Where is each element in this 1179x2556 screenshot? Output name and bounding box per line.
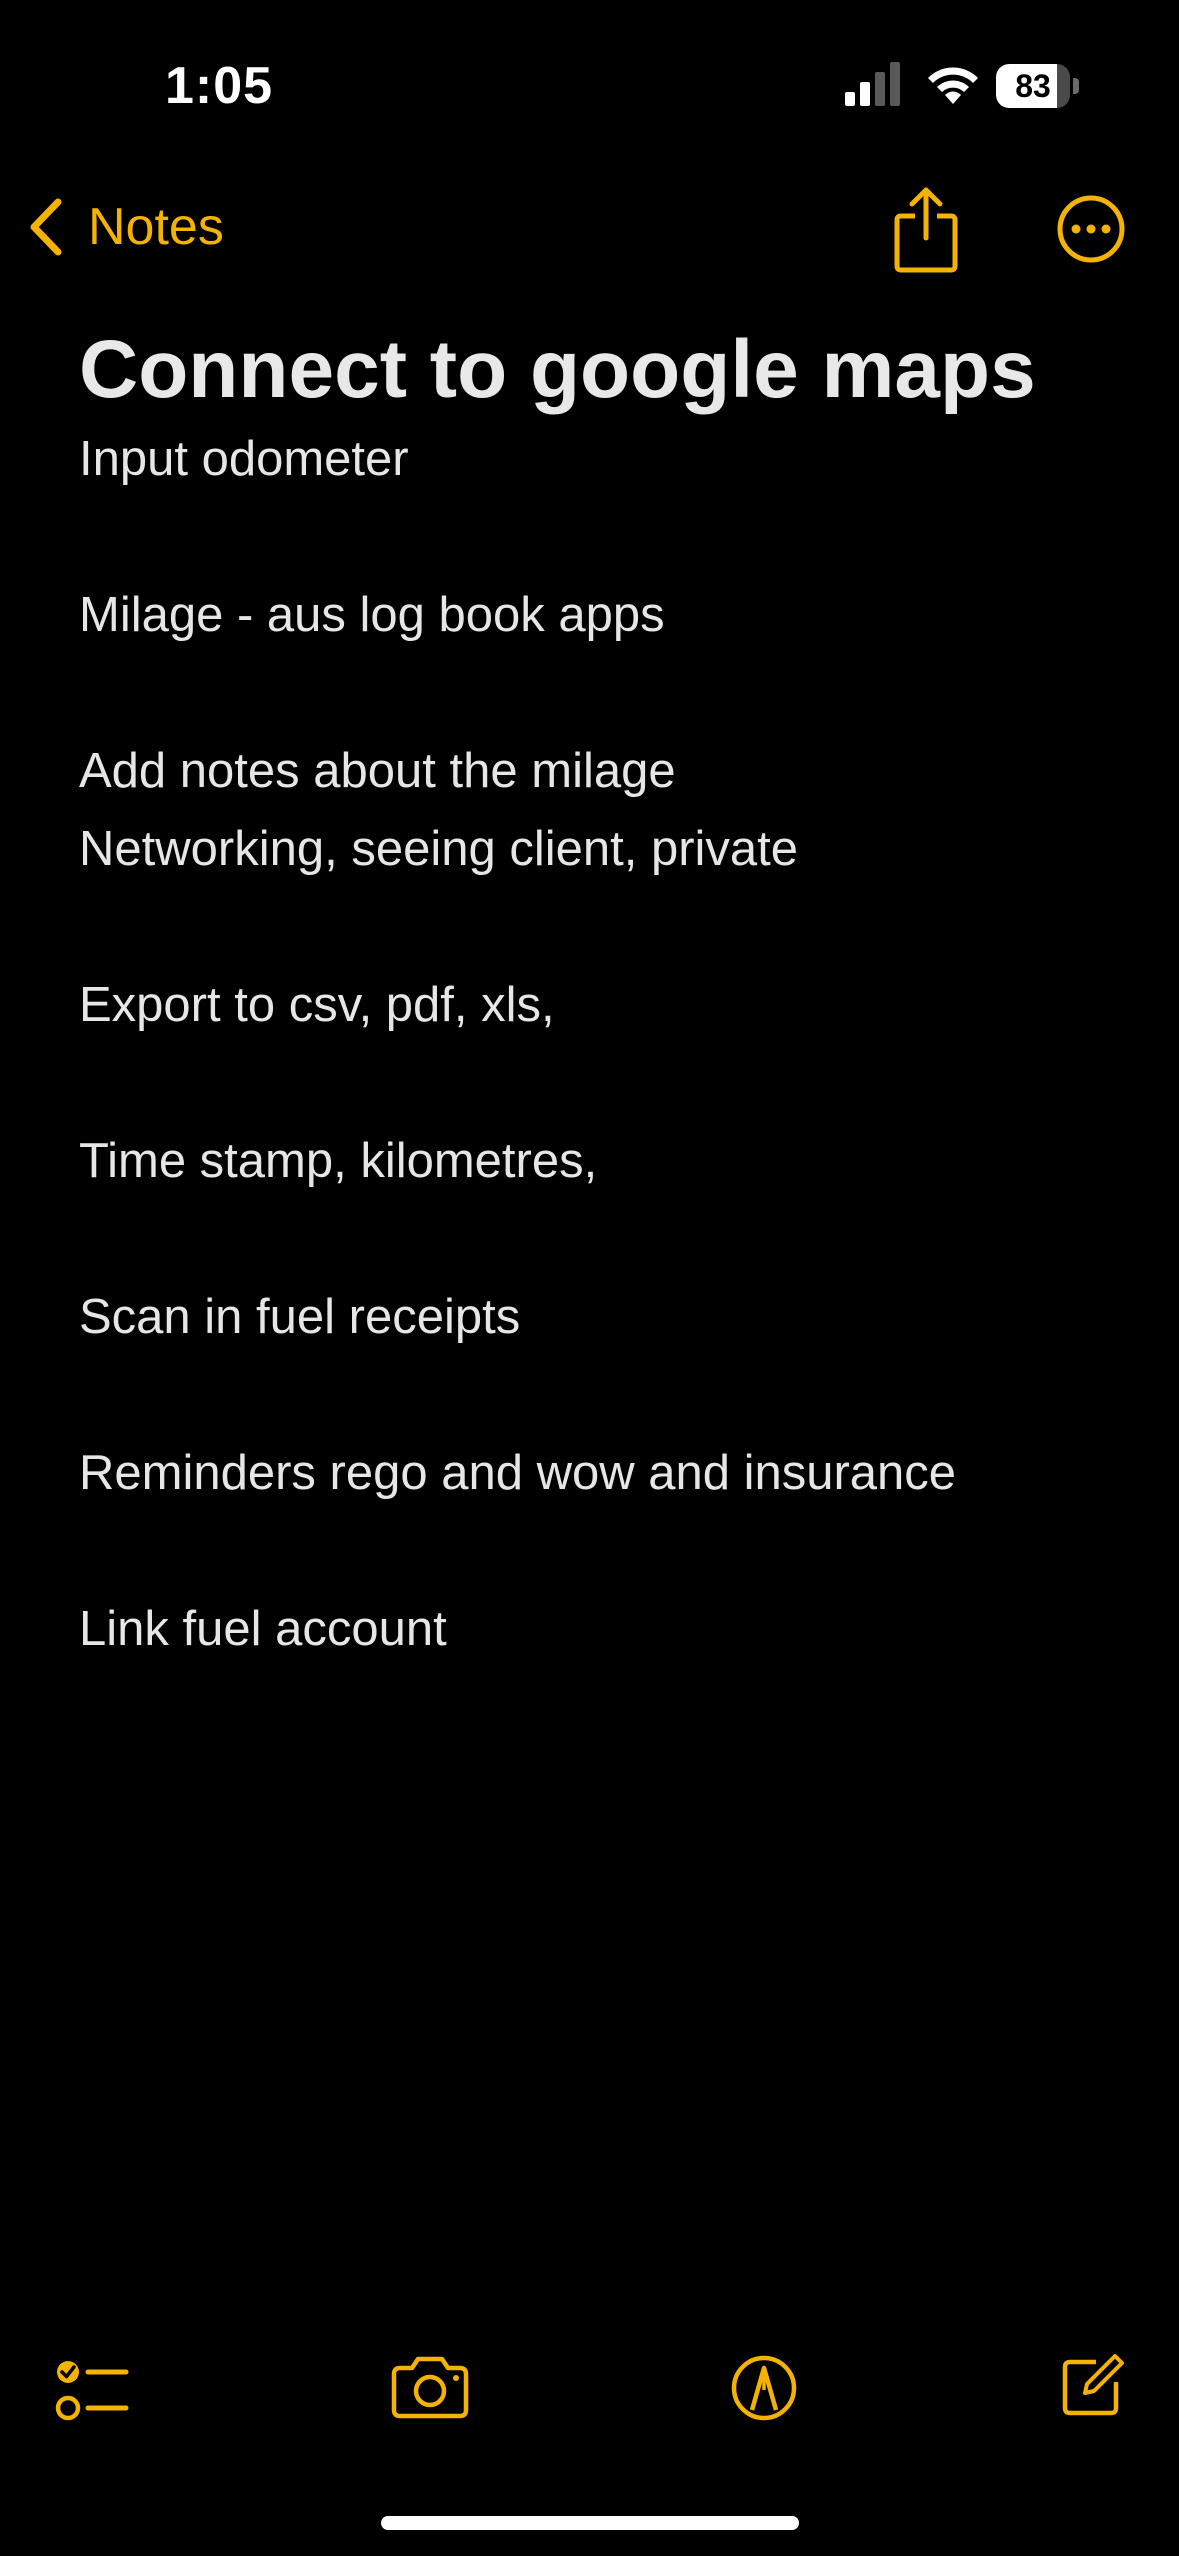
note-line[interactable] — [79, 1356, 1119, 1434]
home-indicator[interactable] — [381, 2516, 799, 2530]
bottom-toolbar — [0, 2340, 1179, 2440]
chevron-left-icon — [30, 198, 62, 256]
note-line[interactable] — [79, 888, 1119, 966]
note-line[interactable] — [79, 498, 1119, 576]
back-button[interactable]: Notes — [26, 196, 224, 258]
note-line[interactable]: Add notes about the milage — [79, 732, 1119, 810]
note-line[interactable]: Input odometer — [79, 420, 1119, 498]
note-line[interactable] — [79, 1044, 1119, 1122]
note-line[interactable] — [79, 1200, 1119, 1278]
battery-icon: 83 — [996, 64, 1070, 108]
note-title[interactable]: Connect to google maps — [79, 320, 1119, 420]
status-bar: 1:05 83 — [0, 0, 1179, 170]
battery-cap — [1073, 78, 1079, 94]
note-line[interactable]: Networking, seeing client, private — [79, 810, 1119, 888]
note-line[interactable]: Export to csv, pdf, xls, — [79, 966, 1119, 1044]
wifi-icon — [928, 67, 978, 104]
back-label: Notes — [88, 198, 224, 256]
note-body[interactable]: Input odometer Milage - aus log book app… — [79, 420, 1119, 1668]
camera-icon[interactable] — [390, 2354, 470, 2420]
battery-indicator: 83 — [996, 64, 1080, 108]
note-line[interactable] — [79, 1512, 1119, 1590]
navigation-bar: Notes — [0, 170, 1179, 290]
share-icon[interactable] — [893, 184, 959, 274]
more-ellipsis-icon[interactable] — [1056, 194, 1126, 264]
note-line[interactable] — [79, 654, 1119, 732]
markup-pen-icon[interactable] — [730, 2354, 798, 2422]
note-line[interactable]: Reminders rego and wow and insurance — [79, 1434, 1119, 1512]
note-line[interactable]: Scan in fuel receipts — [79, 1278, 1119, 1356]
note-line[interactable]: Time stamp, kilometres, — [79, 1122, 1119, 1200]
cellular-signal-icon — [845, 62, 900, 106]
battery-percentage: 83 — [1015, 68, 1051, 104]
compose-icon[interactable] — [1060, 2352, 1126, 2418]
status-time: 1:05 — [165, 57, 274, 115]
note-line[interactable]: Link fuel account — [79, 1590, 1119, 1668]
note-line[interactable]: Milage - aus log book apps — [79, 576, 1119, 654]
checklist-icon[interactable] — [54, 2356, 130, 2426]
note-content[interactable]: Connect to google maps Input odometer Mi… — [79, 320, 1119, 1668]
